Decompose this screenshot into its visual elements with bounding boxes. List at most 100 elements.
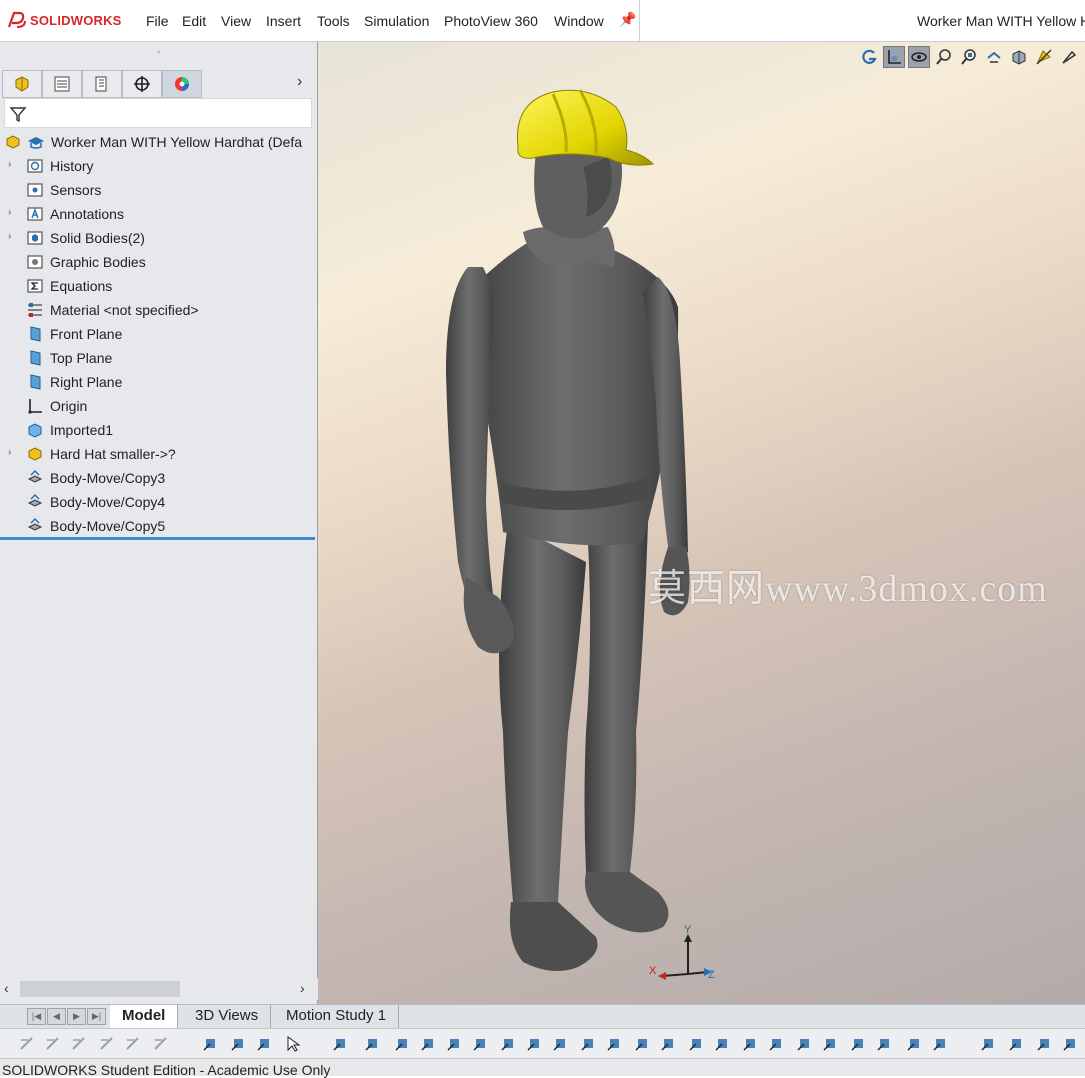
select-tangent-icon[interactable]	[930, 1033, 952, 1055]
midpoint-filter-icon[interactable]	[658, 1033, 680, 1055]
tree-item[interactable]: Right Plane	[0, 370, 318, 394]
tree-item[interactable]: Origin	[0, 394, 318, 418]
sketch-icon[interactable]	[42, 1033, 64, 1055]
tree-item-label: Sensors	[50, 182, 102, 198]
tree-item-label: Front Plane	[50, 326, 123, 342]
line-icon[interactable]	[68, 1033, 90, 1055]
tree-item[interactable]: Equations	[0, 274, 318, 298]
menu-window[interactable]: Window	[554, 13, 604, 29]
plane-icon	[30, 326, 41, 342]
surface-filter-icon[interactable]	[444, 1033, 466, 1055]
tree-root[interactable]: Worker Man WITH Yellow Hardhat (Defa	[0, 130, 318, 154]
curve-filter-icon[interactable]	[578, 1033, 600, 1055]
vertex-filter-icon[interactable]	[550, 1033, 572, 1055]
expand-chevron-icon[interactable]: ›	[8, 159, 11, 170]
tree-item[interactable]: Body-Move/Copy3	[0, 466, 318, 490]
tab-configuration-manager[interactable]	[82, 70, 122, 98]
window-title: Worker Man WITH Yellow H	[917, 13, 1085, 29]
tab-dimxpert-manager[interactable]	[122, 70, 162, 98]
axis-filter-icon[interactable]	[498, 1033, 520, 1055]
prev-tab-icon[interactable]: ◀	[47, 1008, 66, 1025]
plane-filter-icon[interactable]	[524, 1033, 546, 1055]
tree-item[interactable]: Top Plane	[0, 346, 318, 370]
solidworks-logo[interactable]: SOLIDWORKS	[6, 9, 122, 31]
dimension-filter-icon[interactable]	[712, 1033, 734, 1055]
worker-model[interactable]	[318, 42, 1085, 1004]
rollback-bar[interactable]	[0, 537, 315, 540]
tree-item[interactable]: Front Plane	[0, 322, 318, 346]
tab-model[interactable]: Model	[110, 1005, 179, 1029]
tree-item[interactable]: › Solid Bodies(2)	[0, 226, 318, 250]
tree-item[interactable]: › History	[0, 154, 318, 178]
datum-filter-icon[interactable]	[794, 1033, 816, 1055]
tree-item[interactable]: Imported1	[0, 418, 318, 442]
graphics-area[interactable]: 莫西网www.3dmox.com Y X Z	[318, 42, 1085, 1004]
configuration-manager-icon	[95, 76, 107, 92]
constraint-icon[interactable]	[1034, 1033, 1056, 1055]
origin-toggle-icon[interactable]	[150, 1033, 172, 1055]
tree-horizontal-scrollbar[interactable]: ‹ ›	[0, 978, 318, 1000]
cosmetic-thread-filter-icon[interactable]	[874, 1033, 896, 1055]
pin-icon[interactable]: 📌	[619, 11, 636, 28]
fix-icon[interactable]	[1006, 1033, 1028, 1055]
menu-simulation[interactable]: Simulation	[364, 13, 429, 29]
center-filter-icon[interactable]	[686, 1033, 708, 1055]
scroll-thumb[interactable]	[20, 981, 180, 997]
expand-chevron-icon[interactable]: ›	[8, 447, 11, 458]
menu-view[interactable]: View	[221, 13, 251, 29]
tab-feature-manager[interactable]	[2, 70, 42, 98]
tab-motion-study[interactable]: Motion Study 1	[274, 1005, 400, 1029]
sketch-point-filter-icon[interactable]	[604, 1033, 626, 1055]
tree-item[interactable]: Graphic Bodies	[0, 250, 318, 274]
filter-toolbar-icon[interactable]	[228, 1033, 250, 1055]
edge-filter-icon[interactable]	[392, 1033, 414, 1055]
first-tab-icon[interactable]: |◀	[27, 1008, 46, 1025]
tree-item-label: Imported1	[50, 422, 114, 438]
tree-item[interactable]: › Annotations	[0, 202, 318, 226]
face-filter-icon[interactable]	[418, 1033, 440, 1055]
relation-icon[interactable]	[978, 1033, 1000, 1055]
scroll-left-icon[interactable]: ‹	[4, 980, 9, 996]
annotation-filter-icon[interactable]	[820, 1033, 842, 1055]
filter-icon[interactable]	[200, 1033, 222, 1055]
tab-display-manager[interactable]	[162, 70, 202, 98]
tab-3d-views[interactable]: 3D Views	[183, 1005, 272, 1029]
menu-tools[interactable]: Tools	[317, 13, 350, 29]
scroll-right-icon[interactable]: ›	[300, 980, 305, 996]
solid-bodies-folder-icon	[27, 231, 43, 245]
menu-photoview[interactable]: PhotoView 360	[444, 13, 538, 29]
mirror-icon[interactable]	[122, 1033, 144, 1055]
tree-item[interactable]: Body-Move/Copy5	[0, 514, 318, 538]
next-tab-icon[interactable]: ▶	[67, 1008, 86, 1025]
filter-bodies-icon[interactable]	[254, 1033, 276, 1055]
tree-item[interactable]: Material <not specified>	[0, 298, 318, 322]
point-filter-icon[interactable]	[362, 1033, 384, 1055]
body-filter-icon[interactable]	[470, 1033, 492, 1055]
hatch-icon[interactable]	[96, 1033, 118, 1055]
menu-file[interactable]: File	[146, 13, 169, 29]
tabs-more-arrow[interactable]: ›	[297, 73, 302, 91]
tree-item[interactable]: Sensors	[0, 178, 318, 202]
display-manager-icon	[175, 77, 189, 91]
move-copy-icon	[27, 469, 43, 483]
smart-dimension-icon[interactable]	[16, 1033, 38, 1055]
last-tab-icon[interactable]: ▶|	[87, 1008, 106, 1025]
weld-filter-icon[interactable]	[766, 1033, 788, 1055]
menu-insert[interactable]: Insert	[266, 13, 301, 29]
tree-filter-input[interactable]	[4, 98, 312, 128]
note-filter-icon[interactable]	[740, 1033, 762, 1055]
pane-grip[interactable]: ◦	[0, 42, 318, 64]
snap-icon[interactable]	[1060, 1033, 1082, 1055]
menu-edit[interactable]: Edit	[182, 13, 206, 29]
tree-item[interactable]: › Hard Hat smaller->?	[0, 442, 318, 466]
select-arrow-icon[interactable]	[282, 1033, 304, 1055]
menu-bar: SOLIDWORKS File Edit View Insert Tools S…	[0, 0, 1085, 42]
expand-chevron-icon[interactable]: ›	[8, 207, 11, 218]
sketch-seg-filter-icon[interactable]	[632, 1033, 654, 1055]
tab-property-manager[interactable]	[42, 70, 82, 98]
tree-item[interactable]: Body-Move/Copy4	[0, 490, 318, 514]
surface-finish-filter-icon[interactable]	[848, 1033, 870, 1055]
select-loop-icon[interactable]	[904, 1033, 926, 1055]
select-other-icon[interactable]	[330, 1033, 352, 1055]
expand-chevron-icon[interactable]: ›	[8, 231, 11, 242]
